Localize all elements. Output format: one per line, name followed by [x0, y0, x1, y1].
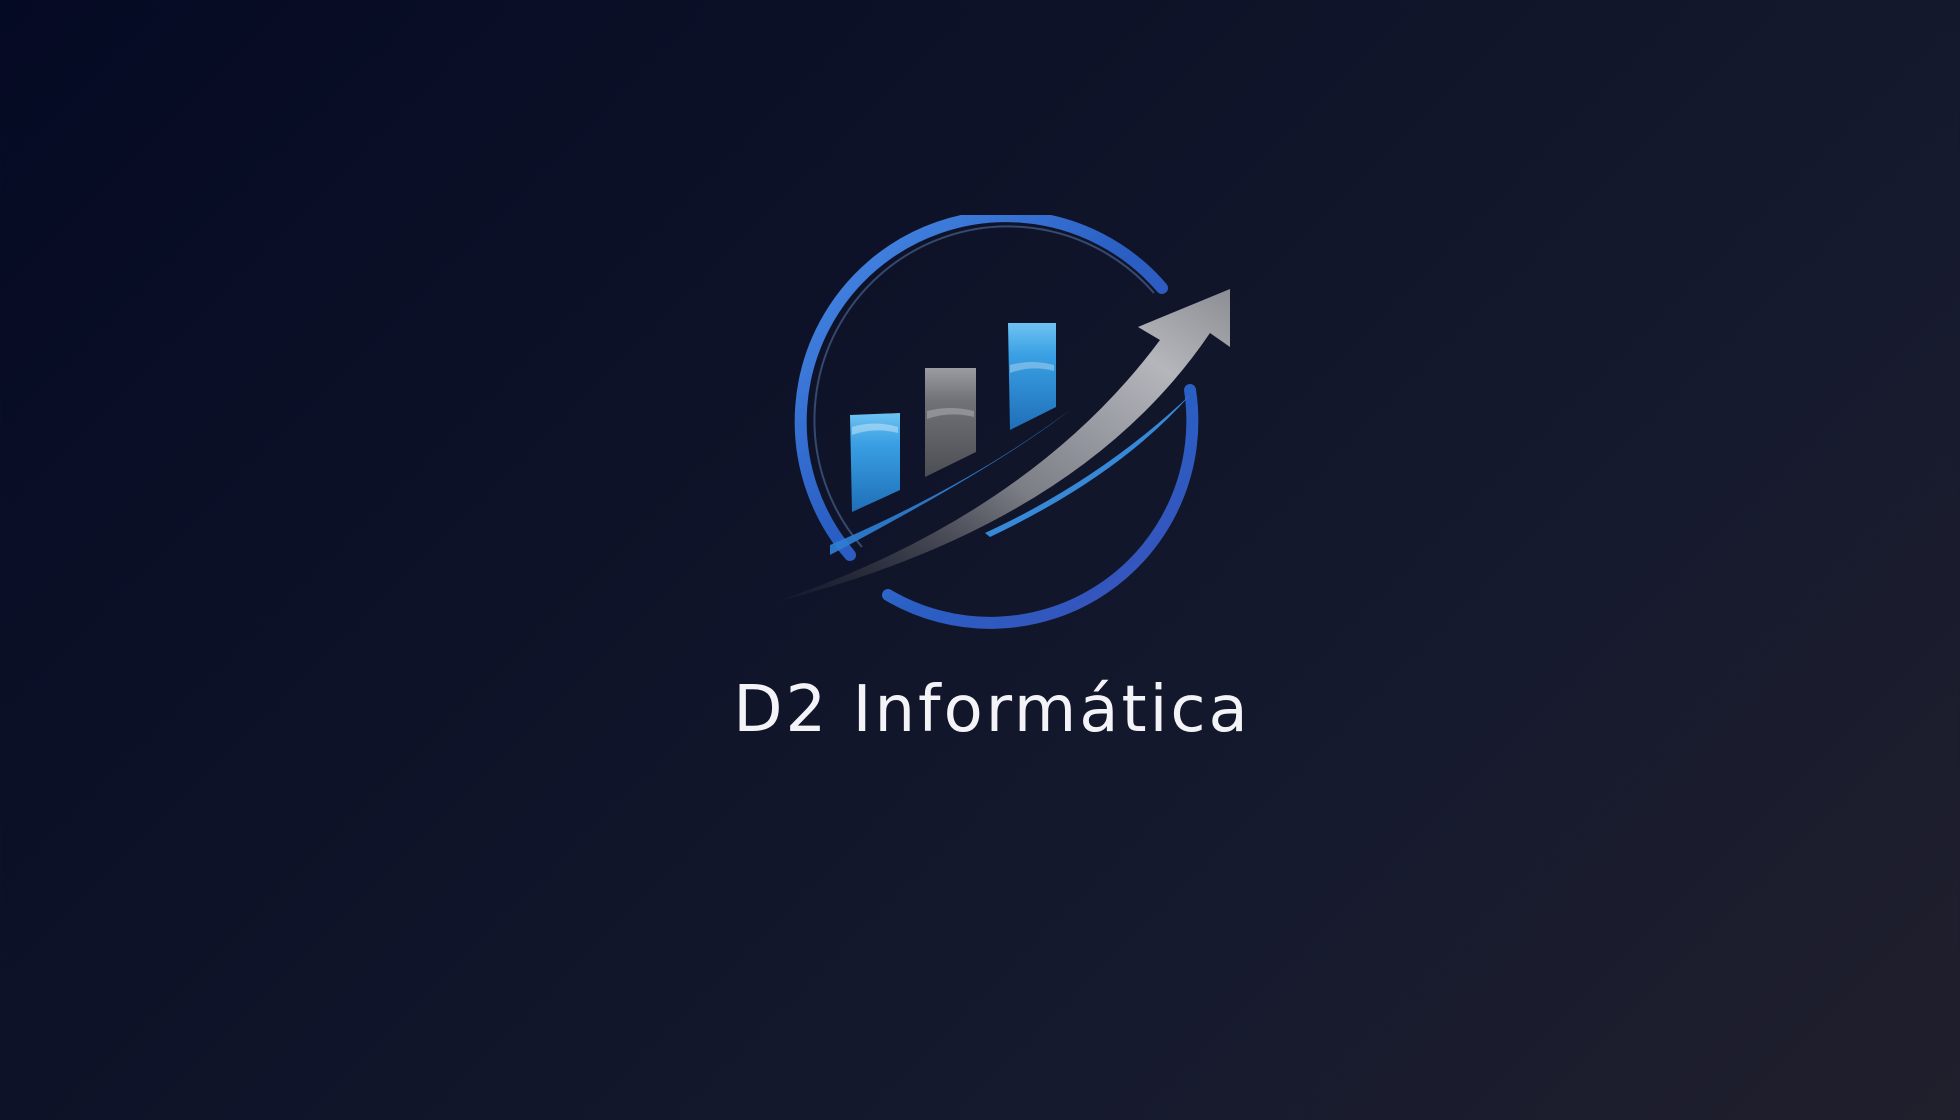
growth-chart-logo-icon	[775, 215, 1230, 629]
brand-name: D2 Informática	[733, 673, 1251, 747]
splash-screen: D2 Informática	[0, 0, 1960, 1120]
